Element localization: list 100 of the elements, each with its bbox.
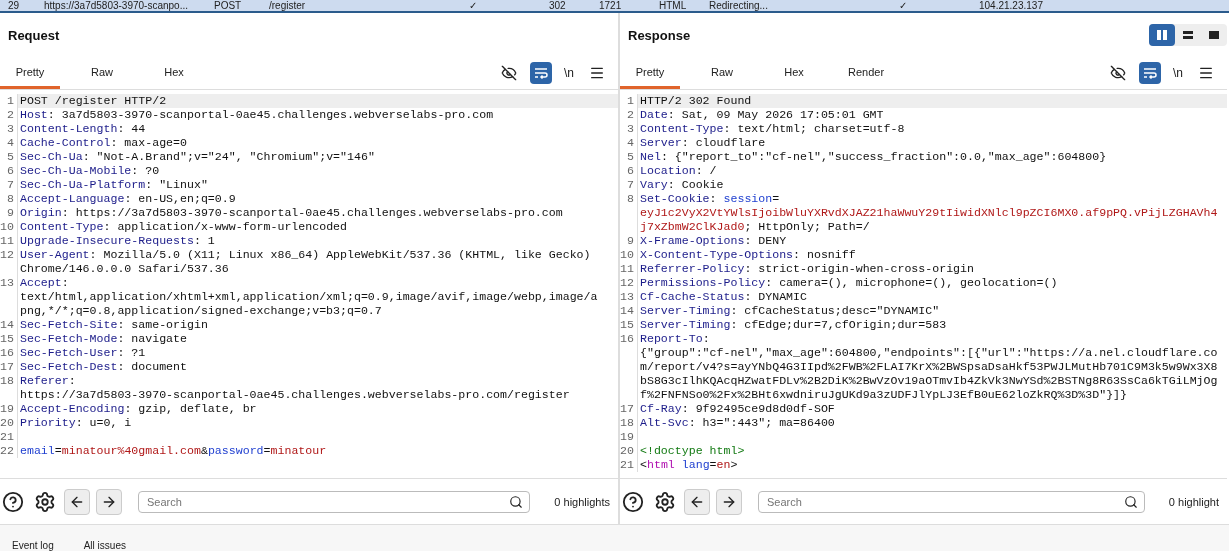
code-line: Referrer-Policy: strict-origin-when-cross-origin	[640, 262, 975, 276]
code-line: Cf-Cache-Status: DYNAMIC	[640, 290, 808, 304]
line-number: 19	[620, 430, 638, 444]
line-number: 4	[620, 136, 638, 150]
wrap-lines-icon	[1143, 67, 1157, 79]
line-number: 22	[0, 444, 18, 458]
line-number: 21	[0, 430, 18, 444]
code-line: Cf-Ray: 9f92495ce9d8d0df-SOF	[640, 402, 836, 416]
code-line: Server-Timing: cfCacheStatus;desc="DYNAMIC"	[640, 304, 941, 318]
code-line: Alt-Svc: h3=":443"; ma=86400	[640, 416, 836, 430]
code-line: POST /register HTTP/2	[20, 94, 168, 108]
code-line: Sec-Fetch-User: ?1	[20, 346, 147, 360]
line-number: 12	[0, 248, 18, 276]
panel-title: Response	[628, 27, 691, 43]
line-number: 10	[0, 220, 18, 234]
code-line: Permissions-Policy: camera=(), microphone=(), geolocation=()	[640, 276, 1059, 290]
table-cell-text: 302	[548, 0, 567, 11]
wrap-button[interactable]	[1139, 62, 1161, 84]
line-number: 2	[0, 108, 18, 122]
wrap-lines-icon	[534, 67, 548, 79]
code-line: email=minatour%40gmail.com&password=minatour	[20, 444, 328, 458]
search-icon	[1123, 494, 1138, 509]
line-number: 18	[0, 374, 18, 402]
line-number: 13	[0, 276, 18, 318]
code-line: Origin: https://3a7d5803-3970-scanportal-0ae45.challenges.webverselabs-pro.com	[20, 206, 564, 220]
table-cell-text: 104.21.23.137	[978, 0, 1044, 11]
line-number: 6	[620, 164, 638, 178]
line-number: 14	[620, 304, 638, 318]
table-cell-text: Redirecting...	[708, 0, 769, 11]
table-cell-text: 29	[7, 0, 21, 11]
line-number: 19	[0, 402, 18, 416]
split-columns-icon	[1156, 29, 1168, 41]
single-pane-icon	[1208, 29, 1220, 41]
code-line: Report-To:	[640, 332, 711, 346]
line-number: 3	[0, 122, 18, 136]
history-row[interactable]: 29 https://3a7d5803-3970-scanpo... POST /register ✓ 302 1721 HTML Redirecting... ✓ 104.21.23.137	[0, 0, 1229, 13]
code-line: X-Content-Type-Options: nosniff	[640, 248, 857, 262]
code-line: Sec-Ch-Ua-Mobile: ?0	[20, 164, 161, 178]
line-number: 8	[0, 192, 18, 206]
code-line: Upgrade-Insecure-Requests: 1	[20, 234, 216, 248]
table-cell-text: 1721	[598, 0, 623, 11]
view-tab[interactable]: Pretty	[620, 57, 680, 89]
table-cell-text: /register	[268, 0, 307, 11]
line-number: 10	[620, 248, 638, 262]
table-cell-text: HTML	[658, 0, 688, 11]
line-number: 2	[620, 108, 638, 122]
search-field[interactable]: Search	[138, 490, 531, 513]
code-line: https://3a7d5803-3970-scanportal-0ae45.challenges.webverselabs-pro.com/register	[20, 388, 571, 402]
code-line: Sec-Ch-Ua: "Not-A.Brand";v="24", "Chromium";v="146"	[20, 150, 376, 164]
view-tab[interactable]: Hex	[764, 57, 824, 89]
table-cell-text: ✓	[898, 0, 908, 11]
line-number: 20	[0, 416, 18, 430]
line-number: 6	[0, 164, 18, 178]
back-button[interactable]	[684, 488, 710, 515]
code-line: eyJ1c2VyX2VtYWlsIjoibWluYXRvdXJAZ21haWwuY29tIiwidXNlcl9pZCI6MX0.af9pPQ.vPijLZGHAVh4	[640, 206, 1219, 220]
newline-button[interactable]: \n	[1171, 66, 1185, 80]
search-icon	[509, 494, 524, 509]
newline-button[interactable]: \n	[562, 66, 576, 80]
code-line: Accept:	[20, 276, 70, 290]
code-line: {"group":"cf-nel","max_age":604800,"endpoints":[{"url":"https://a.nel.cloudflare.co	[640, 346, 1219, 360]
code-line: bS8G3cIlhKQAcqHZwatFDLv%2B2DiK%2BwVzOv19aOTmvIb4ZkVk3NwYSd%2BSTNg8R63SsCa6kTGiLMjOg	[640, 374, 1219, 388]
table-cell-text: ✓	[468, 0, 478, 11]
line-number: 16	[0, 346, 18, 360]
forward-button[interactable]	[716, 488, 742, 515]
code-line: Referer:	[20, 374, 77, 388]
code-line: text/html,application/xhtml+xml,application/xml;q=0.9,image/avif,image/webp,image/a	[20, 290, 599, 304]
forward-button[interactable]	[96, 488, 122, 515]
wrap-button[interactable]	[530, 62, 552, 84]
back-button[interactable]	[64, 488, 90, 515]
line-number: 15	[0, 332, 18, 346]
highlights-count: 0 highlight	[1167, 495, 1220, 508]
status-tab[interactable]: All issues	[83, 540, 126, 551]
layout-button[interactable]	[1149, 24, 1175, 46]
line-number: 5	[0, 150, 18, 164]
code-line: Server-Timing: cfEdge;dur=7,cfOrigin;dur=583	[640, 318, 948, 332]
code-line: Cache-Control: max-age=0	[20, 136, 188, 150]
code-line: <html lang=en>	[640, 458, 739, 472]
code-line: Priority: u=0, i	[20, 416, 133, 430]
code-line: Sec-Fetch-Mode: navigate	[20, 332, 188, 346]
code-line: HTTP/2 302 Found	[640, 94, 753, 108]
view-tab[interactable]: Pretty	[0, 57, 60, 89]
view-tab[interactable]: Raw	[72, 57, 132, 89]
code-line: X-Frame-Options: DENY	[640, 234, 788, 248]
line-number: 20	[620, 444, 638, 458]
line-number: 11	[620, 262, 638, 276]
code-line: Nel: {"report_to":"cf-nel","success_fraction":0.0,"max_age":604800}	[640, 150, 1108, 164]
line-number: 21	[620, 458, 638, 472]
view-tab[interactable]: Hex	[144, 57, 204, 89]
search-field[interactable]: Search	[758, 490, 1145, 513]
code-line: Vary: Cookie	[640, 178, 725, 192]
status-tab[interactable]: Event log	[12, 540, 54, 551]
code-line: Content-Type: text/html; charset=utf-8	[640, 122, 906, 136]
line-number: 7	[0, 178, 18, 192]
view-tab[interactable]: Raw	[692, 57, 752, 89]
line-number: 12	[620, 276, 638, 290]
code-line: f%2FNFNSo0%2Fx%2BHt6xwdniruJgUKd9a3zUDFJlYpLJ3EfB0uE62loZkRQ%3D%3D"}]}	[640, 388, 1129, 402]
code-line: Accept-Encoding: gzip, deflate, br	[20, 402, 258, 416]
code-line: Chrome/146.0.0.0 Safari/537.36	[20, 262, 230, 276]
view-tab[interactable]: Render	[836, 57, 897, 89]
line-number: 15	[620, 318, 638, 332]
